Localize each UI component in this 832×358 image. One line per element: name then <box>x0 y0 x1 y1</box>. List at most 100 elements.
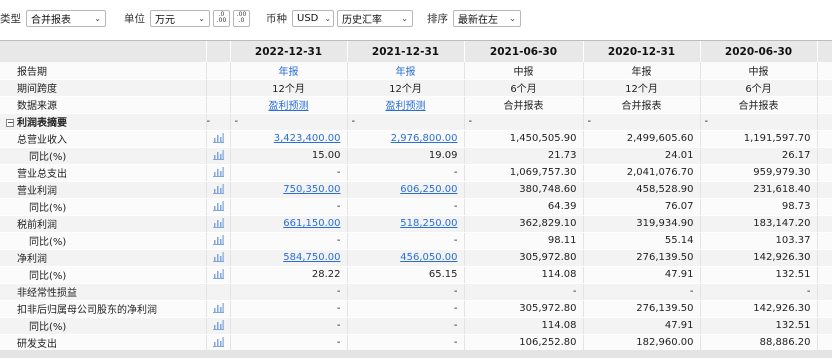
value-link[interactable]: 3,423,400.00 <box>274 133 341 144</box>
value-link[interactable]: 盈利预测 <box>269 101 309 112</box>
value-cell: 中报 <box>700 62 818 80</box>
currency-value: USD <box>297 12 319 24</box>
value-link[interactable]: 606,250.00 <box>400 184 457 195</box>
value-cell: 21.73 <box>464 147 584 165</box>
section-label[interactable]: − 利润表摘要 <box>0 113 207 131</box>
row-label: 同比(%) <box>0 147 207 165</box>
header-corner <box>0 41 207 62</box>
value-text: 1,191,597.70 <box>743 133 811 144</box>
header-filler <box>817 41 832 62</box>
value-link[interactable]: 661,150.00 <box>283 218 340 229</box>
header-row: 2022-12-31 2021-12-31 2021-06-30 2020-12… <box>0 41 832 62</box>
value-link[interactable]: 456,050.00 <box>400 252 457 263</box>
filler-cell <box>817 232 832 250</box>
value-cell[interactable]: 年报 <box>347 62 465 80</box>
value-text: - <box>453 337 458 348</box>
value-cell: - <box>347 300 465 318</box>
chart-cell[interactable] <box>206 249 231 267</box>
value-cell: 47.91 <box>583 317 701 335</box>
value-link[interactable]: 盈利预测 <box>386 101 426 112</box>
value-cell[interactable]: 2,976,800.00 <box>347 130 465 148</box>
unit-select[interactable]: 万元 ⌄ <box>150 9 210 27</box>
value-cell: 55.14 <box>583 232 701 250</box>
row-label: 报告期 <box>0 62 207 80</box>
table-row: 扣非后归属母公司股东的净利润 - - 305,972.80 276,139.50 142,… <box>0 300 832 318</box>
value-text: 中报 <box>748 66 769 78</box>
filler-cell <box>817 181 832 199</box>
sort-select[interactable]: 最新在左 ⌄ <box>453 9 521 27</box>
value-link[interactable]: 2,976,800.00 <box>391 133 458 144</box>
value-text: - <box>806 286 811 297</box>
value-cell[interactable]: 3,423,400.00 <box>230 130 348 148</box>
value-cell[interactable]: 年报 <box>230 62 348 80</box>
chart-cell[interactable] <box>206 215 231 233</box>
chart-cell[interactable] <box>206 232 231 250</box>
chart-cell[interactable] <box>206 266 231 284</box>
column-header[interactable]: 2021-06-30 <box>464 41 584 62</box>
chart-cell[interactable] <box>206 334 231 352</box>
currency-label: 币种 <box>266 12 287 25</box>
value-cell[interactable]: 盈利预测 <box>347 96 465 114</box>
value-link[interactable]: 年报 <box>279 67 299 78</box>
column-header[interactable]: 2020-06-30 <box>700 41 818 62</box>
chart-cell[interactable] <box>206 164 231 182</box>
value-text: - <box>336 320 341 331</box>
value-link[interactable]: 年报 <box>396 67 416 78</box>
table-row: 同比(%) 15.00 19.09 21.73 24.01 26.17 <box>0 147 832 165</box>
chart-cell[interactable] <box>206 317 231 335</box>
value-cell: - <box>347 232 465 250</box>
chevron-down-icon: ⌄ <box>509 13 516 23</box>
value-cell: 103.37 <box>700 232 818 250</box>
value-text: 103.37 <box>775 235 811 246</box>
value-cell[interactable]: 606,250.00 <box>347 181 465 199</box>
value-cell[interactable]: 518,250.00 <box>347 215 465 233</box>
value-text: 年报 <box>631 66 652 78</box>
value-cell[interactable]: 盈利预测 <box>230 96 348 114</box>
exchange-rate-select[interactable]: 历史汇率 ⌄ <box>337 9 413 27</box>
decimal-increase-icon[interactable]: .0.00 <box>213 9 230 27</box>
column-header[interactable]: 2020-12-31 <box>583 41 701 62</box>
bar-chart-icon <box>212 133 224 143</box>
chart-cell[interactable] <box>206 147 231 165</box>
chart-cell[interactable] <box>206 300 231 318</box>
value-cell[interactable]: 456,050.00 <box>347 249 465 267</box>
filler-cell <box>817 113 832 131</box>
value-text: - <box>572 286 577 297</box>
collapse-toggle-icon[interactable]: − <box>6 119 14 127</box>
chart-cell[interactable] <box>206 130 231 148</box>
value-text: 76.07 <box>664 201 694 212</box>
table-row: 净利润 584,750.00 456,050.00 305,972.80 276,139… <box>0 249 832 267</box>
decimal-decrease-icon[interactable]: .00.0 <box>233 9 250 27</box>
horizontal-scrollbar[interactable] <box>0 350 832 358</box>
table-row: 同比(%) - - 64.39 76.07 98.73 <box>0 198 832 216</box>
value-cell: 98.11 <box>464 232 584 250</box>
report-type-select[interactable]: 合并报表 ⌄ <box>26 9 106 27</box>
column-header[interactable]: 2022-12-31 <box>230 41 348 62</box>
value-link[interactable]: 518,250.00 <box>400 218 457 229</box>
chart-cell[interactable] <box>206 181 231 199</box>
value-cell: 合并报表 <box>583 96 701 114</box>
value-cell: 98.73 <box>700 198 818 216</box>
value-cell[interactable]: 661,150.00 <box>230 215 348 233</box>
value-link[interactable]: 750,350.00 <box>283 184 340 195</box>
value-cell: 276,139.50 <box>583 300 701 318</box>
value-cell: - <box>464 283 584 301</box>
value-cell: 380,748.60 <box>464 181 584 199</box>
row-label: 同比(%) <box>0 317 207 335</box>
chart-cell[interactable] <box>206 198 231 216</box>
row-label: 研发支出 <box>0 334 207 352</box>
column-header[interactable]: 2021-12-31 <box>347 41 465 62</box>
value-cell: 1,191,597.70 <box>700 130 818 148</box>
value-cell: 15.00 <box>230 147 348 165</box>
value-link[interactable]: 584,750.00 <box>283 252 340 263</box>
row-label: 同比(%) <box>0 232 207 250</box>
filler-cell <box>817 130 832 148</box>
value-cell: 88,886.20 <box>700 334 818 352</box>
value-cell: 19.09 <box>347 147 465 165</box>
value-cell[interactable]: 750,350.00 <box>230 181 348 199</box>
value-cell: - <box>700 113 818 131</box>
currency-select[interactable]: USD ⌄ <box>292 9 334 27</box>
value-cell[interactable]: 584,750.00 <box>230 249 348 267</box>
bar-chart-icon <box>212 320 224 330</box>
value-text: - <box>587 116 592 127</box>
